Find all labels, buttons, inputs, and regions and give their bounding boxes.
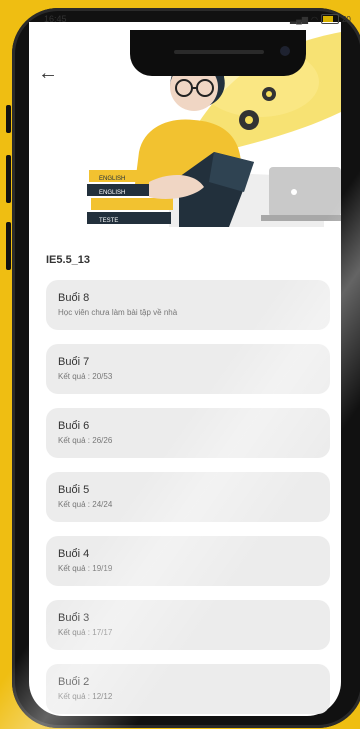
session-card[interactable]: Buổi 2 Kết quả : 12/12 xyxy=(46,664,330,714)
back-arrow-icon[interactable]: ← xyxy=(38,62,58,85)
session-card[interactable]: Buổi 8 Học viên chưa làm bài tập về nhà xyxy=(46,280,330,330)
session-title: Buổi 4 xyxy=(58,548,90,560)
silent-switch xyxy=(6,105,11,133)
battery-level: 20 xyxy=(341,14,351,24)
session-list: Buổi 8 Học viên chưa làm bài tập về nhà … xyxy=(46,280,332,728)
session-card[interactable]: Buổi 3 Kết quả : 17/17 xyxy=(46,600,330,650)
svg-text:TESTE: TESTE xyxy=(99,218,118,224)
session-title: Buổi 5 xyxy=(58,484,90,496)
session-subtitle: Kết quả : 17/17 xyxy=(58,628,113,637)
status-time: 16:45 xyxy=(44,14,67,24)
session-title: Buổi 2 xyxy=(58,676,90,688)
session-subtitle: Kết quả : 26/26 xyxy=(58,436,113,445)
session-subtitle: Kết quả : 24/24 xyxy=(58,500,113,509)
svg-text:ENGLISH: ENGLISH xyxy=(99,190,125,196)
session-title: Buổi 7 xyxy=(58,356,90,368)
front-camera xyxy=(280,46,290,56)
svg-text:ENGLISH: ENGLISH xyxy=(99,176,125,182)
signal-icon: ▂▄▆ xyxy=(290,14,308,24)
session-card[interactable]: Buổi 7 Kết quả : 20/53 xyxy=(46,344,330,394)
class-group-title: IE5.5_13 xyxy=(46,254,91,266)
notch xyxy=(130,30,306,76)
session-title: Buổi 8 xyxy=(58,292,90,304)
speaker xyxy=(174,50,264,54)
status-icons: ▂▄▆ ◠ 20 xyxy=(290,14,351,24)
session-subtitle: Học viên chưa làm bài tập về nhà xyxy=(58,308,178,317)
wifi-icon: ◠ xyxy=(310,14,318,24)
session-title: Buổi 3 xyxy=(58,612,90,624)
session-subtitle: Kết quả : 20/53 xyxy=(58,372,113,381)
volume-down-button xyxy=(6,222,11,270)
battery-icon xyxy=(320,14,339,24)
session-subtitle: Kết quả : 12/12 xyxy=(58,692,113,701)
session-card[interactable]: Buổi 5 Kết quả : 24/24 xyxy=(46,472,330,522)
session-card[interactable]: Buổi 4 Kết quả : 19/19 xyxy=(46,536,330,586)
volume-up-button xyxy=(6,155,11,203)
session-title: Buổi 6 xyxy=(58,420,90,432)
session-subtitle: Kết quả : 19/19 xyxy=(58,564,113,573)
session-card[interactable]: Buổi 6 Kết quả : 26/26 xyxy=(46,408,330,458)
